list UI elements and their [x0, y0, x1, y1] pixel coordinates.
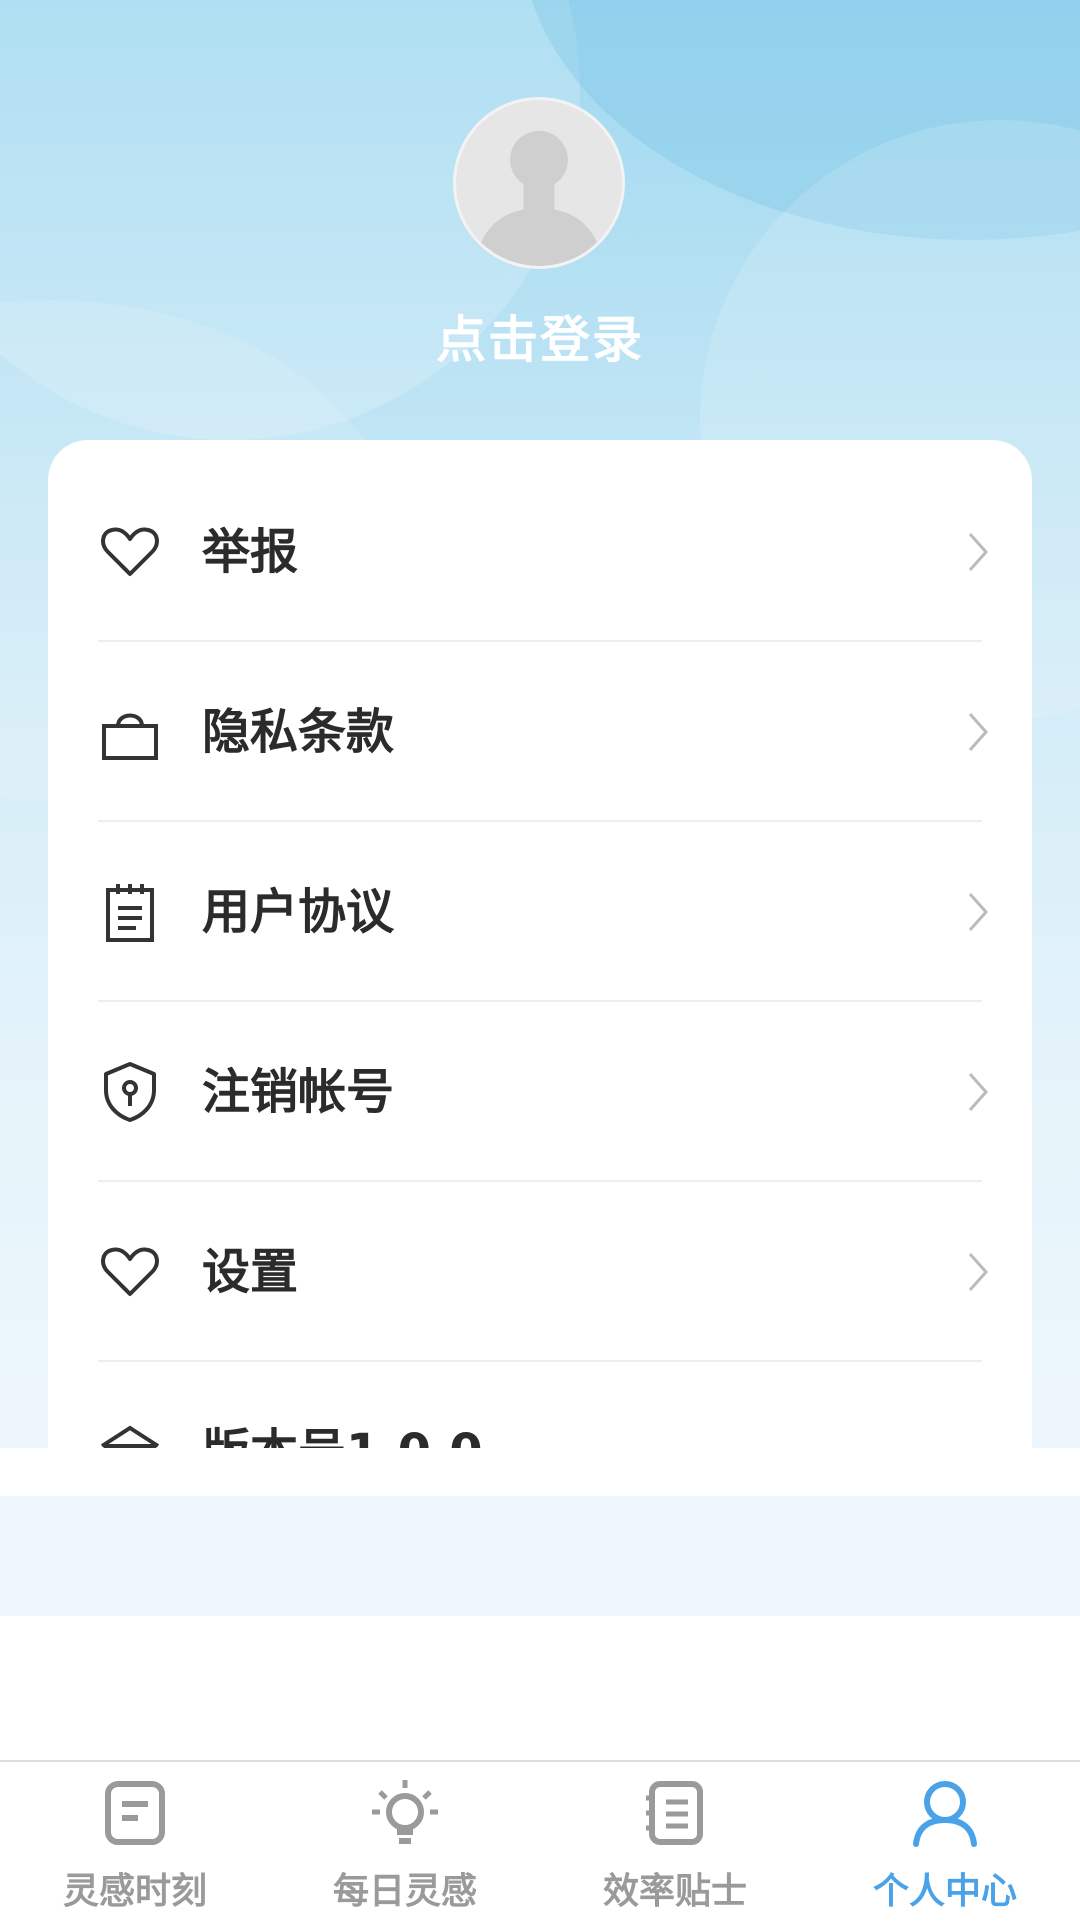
chevron-right-icon	[968, 1253, 989, 1291]
shield-keyhole-icon	[104, 1062, 156, 1122]
avatar[interactable]	[453, 97, 625, 269]
box-icon	[100, 1425, 160, 1448]
menu-item-privacy[interactable]: 隐私条款	[98, 642, 989, 822]
tab-label: 个人中心	[872, 1871, 1017, 1912]
menu-item-label: 举报	[202, 524, 299, 580]
menu-item-label: 注销帐号	[202, 1064, 395, 1120]
menu-item-report[interactable]: 举报	[98, 462, 989, 642]
tab-personal-center[interactable]: 个人中心	[810, 1762, 1080, 1922]
menu-item-label: 用户协议	[202, 884, 395, 940]
tab-inspiration-moment[interactable]: 灵感时刻	[0, 1762, 270, 1922]
tab-label: 灵感时刻	[62, 1871, 207, 1912]
menu-item-version[interactable]: 版本号1.0.0	[98, 1362, 982, 1448]
bottom-tab-bar: 灵感时刻 每日灵感 效率贴士 个人中心	[0, 1760, 1080, 1922]
login-link[interactable]: 点击登录	[0, 300, 1080, 372]
menu-item-settings[interactable]: 设置	[98, 1182, 989, 1362]
tab-label: 每日灵感	[332, 1871, 477, 1912]
tab-efficiency-tips[interactable]: 效率贴士	[540, 1762, 810, 1922]
lock-icon	[102, 713, 158, 760]
heart-icon	[101, 1247, 159, 1296]
content-divider	[0, 1448, 1080, 1496]
chevron-right-icon	[968, 533, 989, 571]
content-band	[0, 1496, 1080, 1616]
menu-item-label: 设置	[202, 1244, 299, 1300]
menu-item-user-agreement[interactable]: 用户协议	[98, 822, 989, 1002]
chevron-right-icon	[968, 1073, 989, 1111]
menu-item-delete-account[interactable]: 注销帐号	[98, 1002, 989, 1182]
default-avatar-icon	[475, 130, 603, 266]
tab-daily-inspiration[interactable]: 每日灵感	[270, 1762, 540, 1922]
menu-item-label: 隐私条款	[202, 704, 395, 760]
chevron-right-icon	[968, 713, 989, 751]
notepad-icon	[106, 884, 154, 942]
notebook-icon	[646, 1781, 703, 1845]
menu-item-label: 版本号1.0.0	[202, 1422, 483, 1448]
heart-icon	[101, 527, 159, 576]
lightbulb-icon	[372, 1780, 438, 1844]
tab-label: 效率贴士	[602, 1871, 747, 1912]
note-icon	[105, 1781, 165, 1845]
chevron-right-icon	[968, 893, 989, 931]
menu-card: 举报 隐私条款 用户协议 注销帐号 设置	[48, 440, 1032, 1448]
person-icon	[913, 1781, 977, 1847]
